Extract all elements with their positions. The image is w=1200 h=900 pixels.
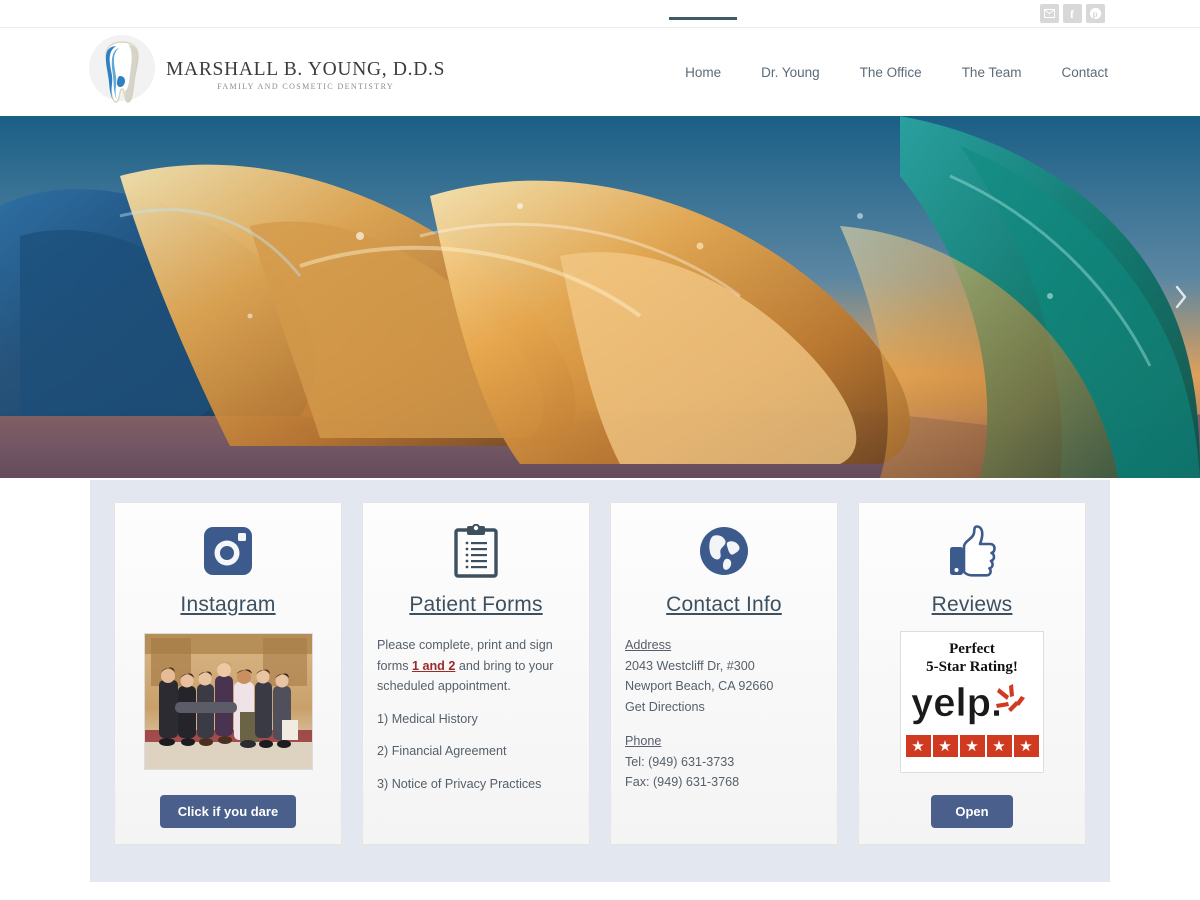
hero-slider	[0, 116, 1200, 478]
tooth-logo-icon	[89, 35, 155, 103]
yelp-star-rating: ★ ★ ★ ★ ★	[905, 735, 1039, 757]
address-line-2: Newport Beach, CA 92660	[625, 679, 774, 693]
globe-icon[interactable]	[699, 523, 749, 579]
phone-label: Phone	[625, 734, 662, 748]
card-instagram: Instagram Click if you dare	[114, 502, 342, 845]
logo-subtitle: FAMILY AND COSMETIC DENTISTRY	[217, 82, 395, 91]
nav-item-home[interactable]: Home	[669, 16, 738, 84]
facebook-icon[interactable]: f	[1063, 4, 1082, 23]
svg-text:p: p	[1093, 9, 1098, 19]
social-icon-list: f p	[1040, 4, 1105, 23]
card-patient-forms: Patient Forms Please complete, print and…	[362, 502, 590, 845]
feature-cards-panel: Instagram Click if you dare Patient Form…	[90, 480, 1110, 882]
card-title-contact-info[interactable]: Contact Info	[666, 593, 782, 617]
instagram-cta-button[interactable]: Click if you dare	[159, 795, 297, 828]
main-navigation: Home Dr. Young The Office The Team Conta…	[669, 16, 1110, 116]
nav-item-the-team[interactable]: The Team	[960, 61, 1024, 84]
clipboard-icon[interactable]	[453, 523, 499, 579]
svg-text:f: f	[1070, 7, 1075, 20]
card-title-reviews[interactable]: Reviews	[932, 593, 1013, 617]
pinterest-icon[interactable]: p	[1086, 4, 1105, 23]
nav-item-contact[interactable]: Contact	[1059, 61, 1110, 84]
card-contact-info: Contact Info Address 2043 Westcliff Dr, …	[610, 502, 838, 845]
phone-tel: Tel: (949) 631-3733	[625, 754, 735, 769]
star-icon: ★	[959, 735, 985, 757]
yelp-badge-line-2: 5-Star Rating!	[926, 659, 1018, 675]
logo-text-block: MARSHALL B. YOUNG, D.D.S FAMILY AND COSM…	[166, 53, 445, 91]
card-title-instagram[interactable]: Instagram	[180, 593, 275, 617]
patient-form-link-privacy-practices[interactable]: 3) Notice of Privacy Practices	[377, 774, 575, 795]
patient-forms-body: Please complete, print and sign forms 1 …	[375, 635, 577, 794]
site-logo[interactable]: MARSHALL B. YOUNG, D.D.S FAMILY AND COSM…	[88, 28, 445, 116]
hero-next-arrow-icon[interactable]	[1170, 277, 1192, 317]
patient-form-link-financial-agreement[interactable]: 2) Financial Agreement	[377, 741, 575, 762]
nav-item-the-office[interactable]: The Office	[858, 61, 924, 84]
contact-info-body: Address 2043 Westcliff Dr, #300 Newport …	[623, 635, 825, 793]
yelp-logo-icon: yelp.	[909, 680, 1035, 731]
email-icon[interactable]	[1040, 4, 1059, 23]
card-reviews: Reviews Perfect 5-Star Rating! yelp. ★ ★…	[858, 502, 1086, 845]
star-icon: ★	[932, 735, 958, 757]
site-header: MARSHALL B. YOUNG, D.D.S FAMILY AND COSM…	[0, 16, 1200, 116]
reviews-open-button[interactable]: Open	[931, 795, 1013, 828]
address-line-1: 2043 Westcliff Dr, #300	[625, 658, 755, 673]
star-icon: ★	[986, 735, 1012, 757]
hero-wave-image	[0, 116, 1200, 478]
yelp-rating-badge[interactable]: Perfect 5-Star Rating! yelp. ★ ★ ★ ★ ★	[900, 631, 1044, 773]
nav-item-dr-young[interactable]: Dr. Young	[759, 61, 822, 84]
thumbs-up-icon[interactable]	[948, 523, 996, 579]
top-social-bar: f p	[0, 0, 1200, 28]
patient-form-link-medical-history[interactable]: 1) Medical History	[377, 709, 575, 730]
star-icon: ★	[905, 735, 931, 757]
phone-fax: Fax: (949) 631-3768	[625, 775, 740, 789]
yelp-badge-line-1: Perfect	[949, 641, 995, 657]
address-label: Address	[625, 638, 672, 652]
svg-text:yelp.: yelp.	[911, 681, 1002, 725]
logo-title: MARSHALL B. YOUNG, D.D.S	[166, 59, 446, 80]
card-title-patient-forms[interactable]: Patient Forms	[409, 593, 542, 617]
instagram-photo[interactable]	[143, 633, 313, 770]
get-directions-link[interactable]: Get Directions	[625, 697, 823, 718]
star-icon: ★	[1013, 735, 1039, 757]
feature-cards: Instagram Click if you dare Patient Form…	[114, 502, 1086, 860]
patient-forms-link-1-and-2[interactable]: 1 and 2	[412, 659, 455, 673]
instagram-camera-icon[interactable]	[203, 523, 253, 579]
